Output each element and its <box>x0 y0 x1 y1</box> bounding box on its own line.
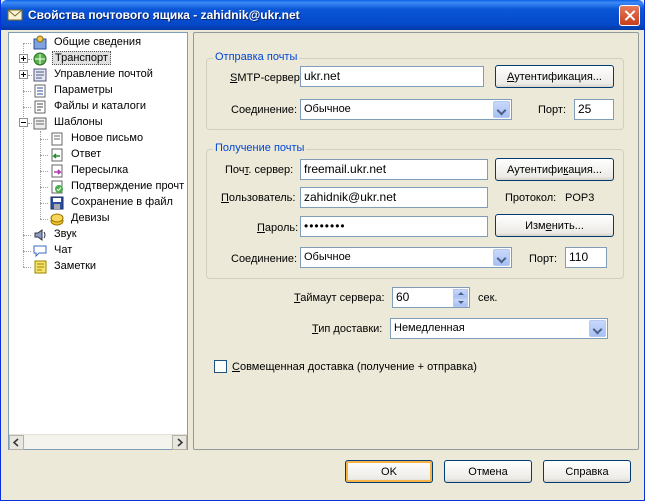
transport-settings-panel: Отправка почты SMTP-сервер: ukr.net Ауте… <box>193 32 639 450</box>
files-folders-icon <box>34 100 46 114</box>
tree-horizontal-scrollbar[interactable] <box>9 434 187 450</box>
send-connection-label: Соединение: <box>231 104 298 116</box>
protocol-value: POP3 <box>565 192 595 204</box>
new-letter-icon <box>51 132 63 146</box>
delivery-type-value: Немедленная <box>394 322 465 334</box>
timeout-label: Таймаут сервера: <box>294 292 385 304</box>
save-to-file-icon <box>50 196 64 210</box>
expander-transport[interactable] <box>19 54 28 63</box>
scroll-right-button[interactable] <box>172 435 187 450</box>
delivery-type-label: Тип доставки: <box>312 323 383 335</box>
protocol-label: Протокол: <box>505 192 557 204</box>
parameters-icon <box>34 84 46 98</box>
general-info-icon <box>33 35 47 50</box>
scroll-left-button[interactable] <box>9 435 24 450</box>
password-label: Пароль: <box>257 222 299 234</box>
password-input[interactable]: •••••••• <box>300 216 488 237</box>
help-button[interactable]: Справка <box>543 460 631 483</box>
scroll-track[interactable] <box>25 436 171 449</box>
cancel-button[interactable]: Отмена <box>444 460 532 483</box>
username-input[interactable]: zahidnik@ukr.net <box>300 187 488 208</box>
receive-server-label: Почт. сервер: <box>225 164 294 176</box>
receive-connection-value: Обычное <box>304 251 351 263</box>
mottos-icon <box>50 213 64 226</box>
sound-icon <box>34 229 46 241</box>
arrow-left-icon <box>12 438 19 447</box>
change-password-button[interactable]: Изменить... <box>495 214 614 237</box>
dialog-window: Свойства почтового ящика - zahidnik@ukr.… <box>0 0 645 501</box>
timeout-value: 60 <box>396 290 410 304</box>
combined-delivery-label[interactable]: Совмещенная доставка (получение + отправ… <box>232 361 477 373</box>
send-auth-button[interactable]: Аутентификация... <box>495 65 614 88</box>
username-label: Пользователь: <box>221 192 296 204</box>
expander-mail-management[interactable] <box>19 70 28 79</box>
receive-connection-select[interactable]: Обычное <box>300 247 512 268</box>
ok-button[interactable]: OK <box>345 460 433 483</box>
send-port-label: Порт: <box>538 104 566 116</box>
expander-templates[interactable] <box>19 118 28 127</box>
receive-server-input[interactable]: freemail.ukr.net <box>300 159 488 180</box>
mail-management-icon <box>33 68 47 82</box>
reply-icon <box>51 148 63 162</box>
receive-port-input[interactable]: 110 <box>565 247 607 268</box>
transport-icon <box>33 52 47 66</box>
timeout-spinner[interactable]: 60 <box>392 287 470 308</box>
send-group-title: Отправка почты <box>213 51 300 63</box>
send-connection-select[interactable]: Обычное <box>300 99 512 120</box>
forward-icon <box>51 164 63 178</box>
spin-up-icon[interactable] <box>453 289 468 298</box>
delivery-type-select[interactable]: Немедленная <box>390 318 608 339</box>
chevron-down-icon[interactable] <box>589 320 606 337</box>
receive-auth-button[interactable]: Аутентификация... <box>495 158 614 181</box>
templates-icon <box>33 117 47 130</box>
mailbox-icon <box>7 9 23 21</box>
close-button[interactable] <box>619 5 640 26</box>
notes-icon <box>34 260 47 274</box>
timeout-unit: сек. <box>478 292 498 304</box>
chevron-down-icon[interactable] <box>493 249 510 266</box>
settings-tree[interactable]: Общие сведения Транспорт Управление почт… <box>8 32 188 450</box>
send-port-input[interactable]: 25 <box>574 99 614 120</box>
receive-port-label: Порт: <box>529 253 557 265</box>
combined-delivery-checkbox[interactable] <box>214 360 227 373</box>
receive-connection-label: Соединение: <box>231 253 298 265</box>
spin-down-icon[interactable] <box>453 298 468 307</box>
receive-group-title: Получение почты <box>213 142 307 154</box>
read-receipt-icon <box>51 180 63 194</box>
smtp-server-label: SMTP-сервер: <box>230 72 303 84</box>
window-title: Свойства почтового ящика - zahidnik@ukr.… <box>28 8 300 22</box>
title-bar[interactable]: Свойства почтового ящика - zahidnik@ukr.… <box>1 0 644 30</box>
arrow-right-icon <box>177 438 184 447</box>
send-connection-value: Обычное <box>304 103 351 115</box>
smtp-server-input[interactable]: ukr.net <box>300 66 484 87</box>
chat-icon <box>33 245 47 258</box>
chevron-down-icon[interactable] <box>493 101 510 118</box>
